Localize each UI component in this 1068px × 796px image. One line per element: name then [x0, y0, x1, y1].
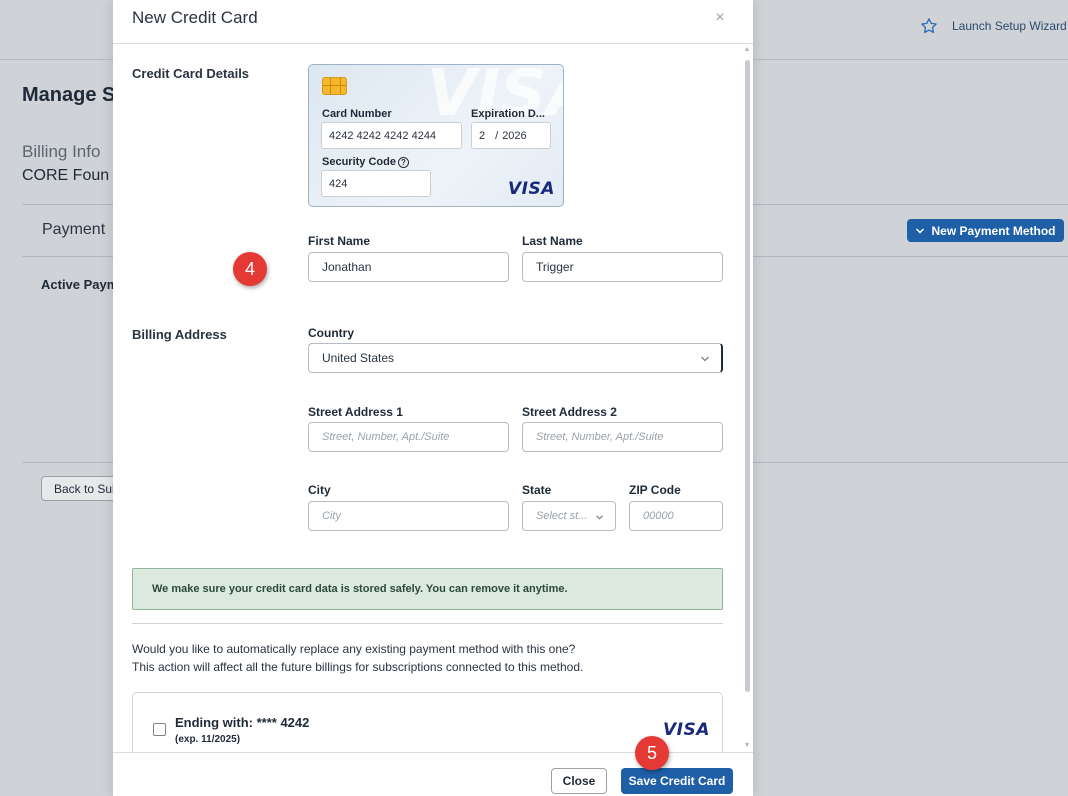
credit-card-details-heading: Credit Card Details [132, 66, 250, 81]
expiration-month[interactable]: 2 [479, 130, 485, 142]
visa-logo: VISA [508, 179, 555, 199]
zip-code-label: ZIP Code [629, 483, 681, 497]
replace-method-checkbox[interactable] [153, 723, 166, 736]
chevron-down-icon [701, 356, 709, 362]
launch-setup-wizard-label: Launch Setup Wizard [952, 19, 1067, 33]
scroll-down-icon[interactable]: ▼ [743, 742, 751, 750]
step-badge-5: 5 [635, 736, 669, 770]
new-payment-method-label: New Payment Method [931, 223, 1056, 238]
step-badge-4: 4 [233, 252, 267, 286]
launch-setup-wizard-link[interactable]: Launch Setup Wizard [920, 17, 1067, 35]
card-number-input[interactable]: 4242 4242 4242 4244 [321, 122, 462, 149]
modal-body[interactable]: Credit Card Details VISA Card Number 424… [113, 44, 753, 752]
street-address-1-input[interactable]: Street, Number, Apt./Suite [308, 422, 509, 452]
country-select[interactable]: United States [308, 343, 723, 373]
visa-watermark: VISA [427, 64, 563, 131]
replace-question-line-2: This action will affect all the future b… [132, 660, 584, 674]
security-code-label: Security Code? [322, 156, 409, 168]
expiration-date-label: Expiration D... [471, 108, 545, 120]
security-notice: We make sure your credit card data is st… [132, 568, 723, 610]
country-label: Country [308, 326, 354, 340]
organization-name: CORE Foun [22, 167, 110, 184]
chevron-down-icon [916, 227, 925, 234]
expiration-separator: / [495, 129, 499, 142]
payment-heading: Payment [42, 221, 106, 238]
help-icon[interactable]: ? [397, 157, 409, 168]
first-name-label: First Name [308, 234, 371, 248]
new-payment-method-button[interactable]: New Payment Method [907, 219, 1064, 242]
scrollbar-thumb[interactable] [745, 60, 750, 692]
replace-question-line-1: Would you like to automatically replace … [132, 642, 576, 656]
state-select[interactable]: Select st... [522, 501, 616, 531]
last-name-label: Last Name [522, 234, 583, 248]
card-chip-icon [322, 77, 347, 95]
billing-info-heading: Billing Info [22, 142, 101, 161]
replace-question: Would you like to automatically replace … [132, 640, 583, 676]
card-number-label: Card Number [322, 108, 392, 120]
last-name-input[interactable]: Trigger [522, 252, 723, 282]
street-address-2-input[interactable]: Street, Number, Apt./Suite [522, 422, 723, 452]
close-button[interactable]: Close [551, 768, 607, 794]
city-label: City [308, 483, 331, 497]
street-address-1-label: Street Address 1 [308, 405, 403, 419]
close-icon[interactable]: × [711, 10, 729, 28]
visa-logo: VISA [663, 720, 710, 740]
security-code-input[interactable]: 424 [321, 170, 431, 197]
zip-code-input[interactable]: 00000 [629, 501, 723, 531]
city-input[interactable]: City [308, 501, 509, 531]
modal-header: New Credit Card × [113, 0, 753, 44]
card-expiry: (exp. 11/2025) [175, 734, 241, 745]
street-address-2-label: Street Address 2 [522, 405, 617, 419]
scroll-up-icon[interactable]: ▲ [743, 46, 751, 54]
scrollbar[interactable]: ▲ ▼ [742, 44, 752, 752]
divider [132, 623, 723, 624]
country-value: United States [322, 351, 395, 365]
first-name-input[interactable]: Jonathan [308, 252, 509, 282]
chevron-down-icon [596, 515, 603, 520]
credit-card-graphic: VISA Card Number 4242 4242 4242 4244 Exp… [308, 64, 564, 207]
modal-title: New Credit Card [132, 8, 258, 27]
billing-address-heading: Billing Address [132, 327, 227, 342]
security-code-label-text: Security Code [322, 156, 396, 168]
star-icon [921, 18, 937, 34]
expiration-year[interactable]: 2026 [502, 130, 526, 142]
page-title: Manage S [22, 84, 116, 106]
active-payment-heading: Active Paym [41, 277, 119, 292]
card-ending: Ending with: **** 4242 [175, 715, 310, 730]
save-credit-card-button[interactable]: Save Credit Card [621, 768, 733, 794]
existing-payment-method-card[interactable]: Ending with: **** 4242 (exp. 11/2025) VI… [132, 692, 723, 752]
state-placeholder: Select st... [536, 510, 588, 522]
expiration-date-input[interactable]: 2 / 2026 [471, 122, 551, 149]
new-credit-card-modal: New Credit Card × Credit Card Details VI… [113, 0, 753, 796]
state-label: State [522, 483, 552, 497]
